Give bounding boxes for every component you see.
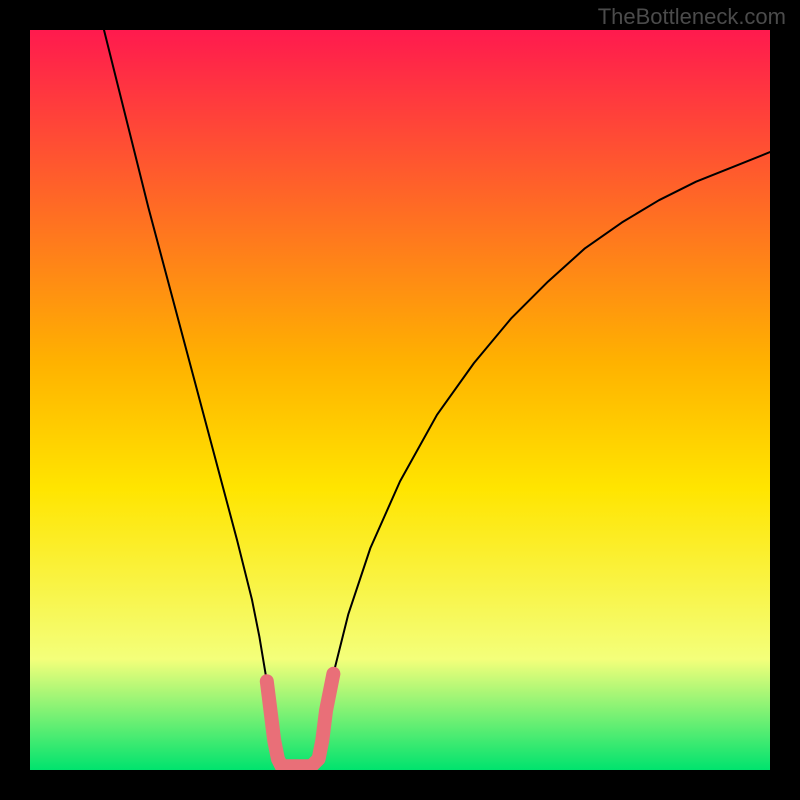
bottleneck-chart [30, 30, 770, 770]
watermark-text: TheBottleneck.com [598, 4, 786, 30]
chart-frame: TheBottleneck.com [0, 0, 800, 800]
gradient-background [30, 30, 770, 770]
plot-area [30, 30, 770, 770]
